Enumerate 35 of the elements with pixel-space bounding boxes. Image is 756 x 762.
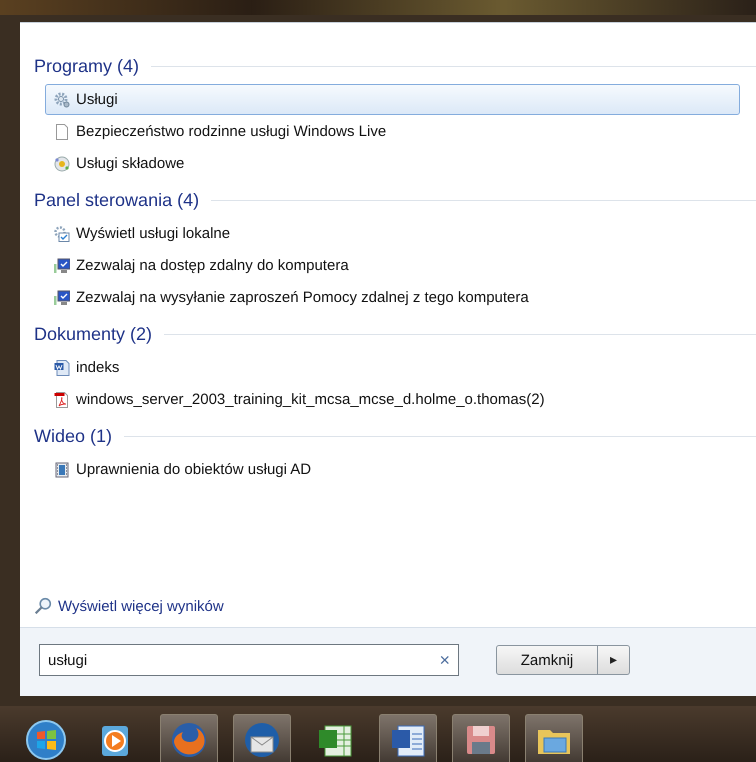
result-item[interactable]: windows_server_2003_training_kit_mcsa_mcse_d.holme_o.thomas(2) bbox=[45, 384, 740, 415]
taskbar-button[interactable] bbox=[452, 714, 510, 762]
taskbar-button[interactable] bbox=[379, 714, 437, 762]
document-icon bbox=[54, 124, 70, 140]
search-field[interactable]: usługi × bbox=[39, 644, 459, 676]
gear-icon bbox=[54, 92, 70, 108]
taskbar-button[interactable] bbox=[525, 714, 583, 762]
result-item[interactable]: Bezpieczeństwo rodzinne usługi Windows Live bbox=[45, 116, 740, 147]
result-item[interactable]: Usługi składowe bbox=[45, 148, 740, 179]
pdf-icon bbox=[54, 392, 70, 408]
globe-icon bbox=[169, 720, 209, 760]
search-icon bbox=[34, 597, 52, 615]
monitor-icon bbox=[54, 290, 70, 306]
result-item[interactable]: indeks bbox=[45, 352, 740, 383]
result-item[interactable]: Zezwalaj na wysyłanie zaproszeń Pomocy zdalnej z tego komputera bbox=[45, 282, 740, 313]
result-item[interactable]: Uprawnienia do obiektów usługi AD bbox=[45, 454, 740, 485]
start-orb-icon bbox=[26, 720, 66, 760]
clear-button[interactable]: × bbox=[439, 650, 450, 670]
more-results-link[interactable]: Wyświetl więcej wyników bbox=[20, 585, 756, 628]
shutdown-options-button[interactable]: ▸ bbox=[598, 645, 630, 675]
section-heading: Dokumenty (2) bbox=[34, 324, 152, 344]
shutdown-button[interactable]: Zamknij bbox=[496, 645, 598, 675]
section-heading: Wideo (1) bbox=[34, 426, 112, 446]
component-icon bbox=[54, 156, 70, 172]
result-item[interactable]: Usługi bbox=[45, 84, 740, 115]
result-item[interactable]: Zezwalaj na dostęp zdalny do komputera bbox=[45, 250, 740, 281]
word-document-icon bbox=[54, 360, 70, 376]
section-heading: Panel sterowania (4) bbox=[34, 190, 200, 210]
result-item[interactable]: Wyświetl usługi lokalne bbox=[45, 218, 740, 249]
envelope-icon bbox=[242, 720, 282, 760]
monitor-icon bbox=[54, 258, 70, 274]
services-icon bbox=[54, 226, 70, 242]
section-heading: Programy (4) bbox=[34, 56, 140, 76]
taskbar-button[interactable] bbox=[233, 714, 291, 762]
film-icon bbox=[54, 462, 70, 478]
